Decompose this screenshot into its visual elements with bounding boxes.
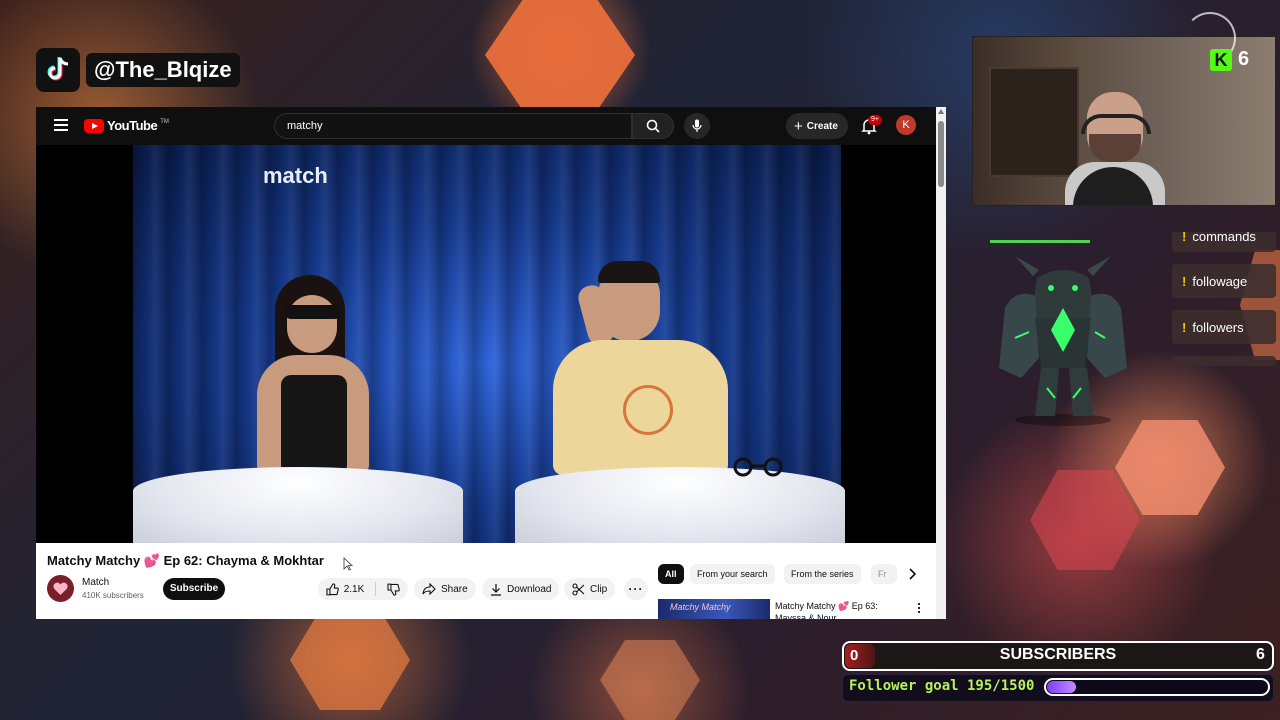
webcam-window-frame xyxy=(989,67,1079,177)
scissors-icon xyxy=(572,582,585,596)
share-button[interactable]: Share xyxy=(414,578,476,600)
page-scrollbar[interactable] xyxy=(936,107,946,619)
plus-icon: + xyxy=(794,117,803,135)
chip-truncated[interactable]: Fr xyxy=(871,564,897,584)
channel-name[interactable]: Match xyxy=(82,577,109,588)
browser-window: YouTube TM matchy + Create 9+ K match Ma… xyxy=(36,107,946,619)
chevron-right-icon[interactable] xyxy=(904,566,920,582)
video-person-left xyxy=(243,275,383,475)
creature-health-bar xyxy=(990,240,1090,243)
background-hexagon xyxy=(1115,420,1225,515)
video-player[interactable]: match xyxy=(36,145,936,543)
share-icon xyxy=(422,583,436,595)
recommended-thumbnail[interactable]: Matchy Matchy xyxy=(658,599,770,619)
chip-from-your-search[interactable]: From your search xyxy=(690,564,775,584)
chip-from-the-series[interactable]: From the series xyxy=(784,564,861,584)
subscribe-button[interactable]: Subscribe xyxy=(163,578,225,600)
scrollbar-thumb[interactable] xyxy=(938,121,944,187)
hamburger-menu-icon[interactable] xyxy=(54,119,68,131)
create-button[interactable]: + Create xyxy=(786,113,848,139)
like-icon[interactable] xyxy=(326,582,339,596)
video-table-left xyxy=(133,467,463,543)
video-overlay-logo: match xyxy=(263,163,328,188)
youtube-logo-text: YouTube xyxy=(107,118,158,133)
like-dislike-group: 2.1K xyxy=(318,578,408,600)
dislike-icon[interactable] xyxy=(387,583,400,596)
subscribers-target: 6 xyxy=(1256,646,1265,663)
command-label: followers xyxy=(1192,319,1244,335)
more-horizontal-icon: ··· xyxy=(628,582,644,596)
clip-button[interactable]: Clip xyxy=(564,578,616,600)
youtube-logo-tm: TM xyxy=(160,118,169,125)
chip-all[interactable]: All xyxy=(658,564,684,584)
video-frame: match xyxy=(133,145,845,543)
mouse-cursor-icon xyxy=(343,557,353,571)
search-input[interactable]: matchy xyxy=(274,113,632,139)
follower-goal-fill xyxy=(1047,681,1076,693)
command-chip xyxy=(1172,356,1276,366)
follower-goal-label: Follower goal 195/1500 xyxy=(849,678,1035,694)
subscribers-current: 0 xyxy=(845,644,875,668)
share-label: Share xyxy=(441,583,468,595)
background-hexagon xyxy=(600,640,700,720)
channel-avatar[interactable] xyxy=(47,575,74,602)
create-label: Create xyxy=(806,120,838,132)
clip-label: Clip xyxy=(590,583,608,595)
youtube-header: YouTube TM matchy + Create 9+ K xyxy=(36,107,936,145)
background-hexagon xyxy=(485,0,635,110)
background-hexagon xyxy=(1030,470,1140,570)
account-avatar[interactable]: K xyxy=(896,115,916,135)
download-button[interactable]: Download xyxy=(482,578,560,600)
video-title: Matchy Matchy 💕 Ep 62: Chayma & Mokhtar xyxy=(47,553,324,568)
match-heart-icon xyxy=(53,582,68,595)
glasses-icon xyxy=(733,457,783,477)
notification-count-badge: 9+ xyxy=(868,115,882,125)
recommended-title[interactable]: Matchy Matchy 💕 Ep 63: Mayssa & Nour xyxy=(775,600,905,619)
armored-creature-icon xyxy=(999,256,1127,426)
youtube-play-icon xyxy=(84,118,104,133)
kick-viewer-badge: K 6 xyxy=(1210,48,1249,71)
youtube-logo[interactable]: YouTube TM xyxy=(84,118,169,133)
kick-icon: K xyxy=(1210,48,1232,71)
exclamation-icon: ! xyxy=(1182,319,1187,335)
recommended-thumbnail-text: Matchy Matchy xyxy=(670,602,731,612)
tiktok-icon xyxy=(36,48,80,92)
download-icon xyxy=(491,583,501,596)
background-hexagon xyxy=(290,610,410,710)
search-button[interactable] xyxy=(632,113,674,139)
subscribers-label: SUBSCRIBERS xyxy=(999,646,1117,663)
download-label: Download xyxy=(507,583,552,595)
exclamation-icon: ! xyxy=(1182,273,1187,289)
voice-search-button[interactable] xyxy=(684,113,710,139)
search-icon xyxy=(646,119,660,133)
channel-subscriber-count: 410K subscribers xyxy=(82,591,144,600)
video-table-right xyxy=(515,467,845,543)
video-person-right xyxy=(543,261,733,475)
command-label: followage xyxy=(1192,273,1248,289)
tiktok-handle-badge: @The_Blqize xyxy=(36,48,240,92)
kick-viewer-count: 6 xyxy=(1238,48,1250,70)
microphone-icon xyxy=(692,119,702,132)
more-actions-button[interactable]: ··· xyxy=(624,578,648,600)
tiktok-handle: @The_Blqize xyxy=(86,53,240,87)
like-count: 2.1K xyxy=(343,583,365,595)
command-chip: ! followers xyxy=(1172,310,1276,344)
command-chip: ! followage xyxy=(1172,264,1276,298)
follower-goal-track xyxy=(1044,678,1270,696)
scroll-up-arrow-icon[interactable] xyxy=(938,109,944,114)
more-vertical-icon[interactable] xyxy=(916,602,922,614)
